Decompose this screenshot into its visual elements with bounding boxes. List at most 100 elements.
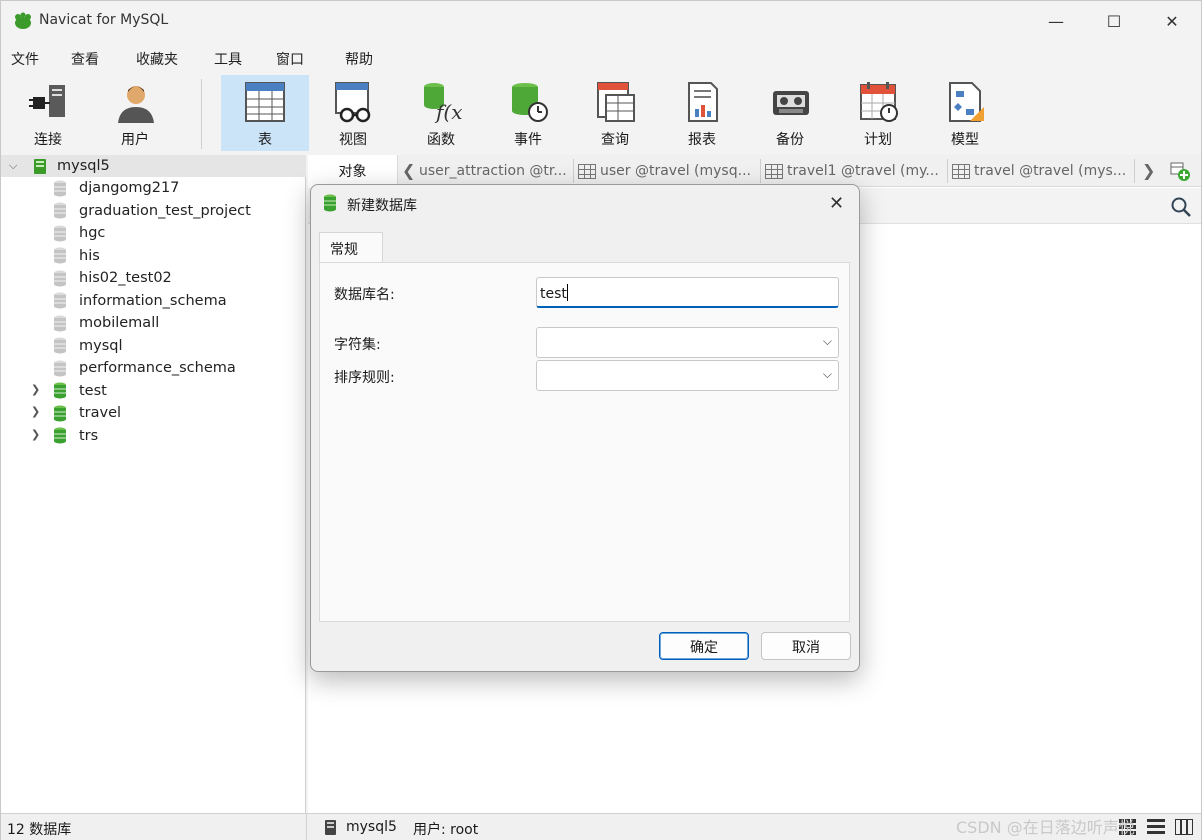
database-name: graduation_test_project bbox=[79, 202, 251, 219]
ok-button[interactable]: 确定 bbox=[659, 632, 749, 660]
tree-database-item[interactable]: mysql bbox=[53, 335, 123, 357]
status-user: 用户: root bbox=[413, 822, 479, 838]
toolbar-schedule-button[interactable]: 计划 bbox=[841, 75, 915, 151]
toolbar-connection-button[interactable]: 连接 bbox=[11, 75, 85, 151]
new-tab-icon[interactable] bbox=[1169, 160, 1191, 182]
chevron-down-icon: ⌵ bbox=[822, 334, 832, 348]
chevron-left-icon[interactable]: ❮ bbox=[402, 161, 415, 180]
charset-select[interactable]: ⌵ bbox=[536, 327, 839, 358]
model-icon bbox=[949, 82, 984, 122]
tab-user-attraction[interactable]: user_attraction @tr... bbox=[419, 159, 574, 183]
toolbar-report-label: 报表 bbox=[688, 132, 716, 148]
toolbar-report-button[interactable]: 报表 bbox=[665, 75, 739, 151]
database-name: travel bbox=[79, 405, 122, 421]
query-icon bbox=[597, 82, 635, 122]
toolbar-backup-button[interactable]: 备份 bbox=[753, 75, 827, 151]
database-name: test bbox=[79, 382, 107, 399]
collation-label: 排序规则: bbox=[334, 370, 395, 386]
menu-tools[interactable]: 工具 bbox=[214, 49, 242, 69]
collation-select[interactable]: ⌵ bbox=[536, 360, 839, 391]
menu-file[interactable]: 文件 bbox=[11, 49, 39, 69]
watermark: CSDN @在日落边听声悦 bbox=[956, 818, 1135, 837]
tab-label: user_attraction @tr... bbox=[419, 163, 567, 179]
text-caret bbox=[566, 284, 568, 301]
table-icon bbox=[245, 82, 285, 122]
database-open-icon bbox=[54, 405, 66, 421]
tab-objects[interactable]: 对象 bbox=[308, 155, 398, 187]
database-name: hgc bbox=[79, 225, 106, 241]
tree-database-item[interactable]: his bbox=[53, 245, 100, 267]
close-button[interactable]: ✕ bbox=[1143, 1, 1201, 41]
tab-travel1[interactable]: travel1 @travel (my... bbox=[765, 159, 948, 183]
new-database-dialog: 新建数据库 ✕ 常规 数据库名: test 字符集: ⌵ 排序规则: ⌵ 确定 … bbox=[310, 184, 860, 672]
list-view-icon[interactable] bbox=[1147, 819, 1165, 835]
tab-general[interactable]: 常规 bbox=[319, 232, 383, 262]
tree-database-item[interactable]: graduation_test_project bbox=[53, 200, 251, 222]
toolbar-view-button[interactable]: 视图 bbox=[316, 75, 390, 151]
toolbar-user-button[interactable]: 用户 bbox=[98, 75, 172, 151]
toolbar-separator bbox=[201, 79, 202, 149]
status-connection: mysql5 bbox=[346, 819, 397, 835]
toolbar-query-button[interactable]: 查询 bbox=[578, 75, 652, 151]
cancel-button[interactable]: 取消 bbox=[761, 632, 851, 660]
connection-tree: ⌵ mysql5 djangomg217 graduation_test_proj… bbox=[1, 155, 306, 813]
table-icon bbox=[765, 163, 783, 179]
chevron-right-icon[interactable]: ❯ bbox=[31, 428, 40, 441]
tree-database-item[interactable]: his02_test02 bbox=[53, 267, 172, 289]
main-toolbar: 连接 用户 表 视图 f(x 函数 事件 查询 报表 备份 计划 模型 bbox=[1, 73, 1201, 155]
database-name: his02_test02 bbox=[79, 270, 172, 286]
database-name: performance_schema bbox=[79, 360, 236, 376]
status-db-count: 12 数据库 bbox=[7, 822, 72, 838]
maximize-button[interactable]: ☐ bbox=[1085, 1, 1143, 41]
db-name-value: test bbox=[540, 286, 567, 302]
toolbar-function-label: 函数 bbox=[427, 132, 455, 148]
tree-database-item[interactable]: mobilemall bbox=[53, 312, 159, 334]
database-icon bbox=[54, 270, 66, 286]
tree-database-item[interactable]: performance_schema bbox=[53, 357, 236, 379]
minimize-button[interactable]: — bbox=[1027, 1, 1085, 41]
toolbar-connection-label: 连接 bbox=[34, 132, 62, 148]
view-icon bbox=[335, 82, 371, 123]
tab-travel[interactable]: travel @travel (mys... bbox=[952, 159, 1135, 183]
charset-label: 字符集: bbox=[334, 337, 381, 353]
tree-connection: mysql5 bbox=[33, 155, 110, 177]
dialog-close-button[interactable]: ✕ bbox=[829, 193, 844, 214]
connection-name: mysql5 bbox=[57, 158, 110, 174]
database-name: trs bbox=[79, 427, 99, 444]
chevron-right-icon[interactable]: ❯ bbox=[31, 383, 40, 396]
tree-database-item[interactable]: djangomg217 bbox=[53, 177, 179, 199]
chevron-right-icon[interactable]: ❯ bbox=[31, 405, 40, 418]
database-name: djangomg217 bbox=[79, 180, 180, 196]
menu-bar: 文件 查看 收藏夹 工具 窗口 帮助 bbox=[1, 43, 1201, 71]
tree-database-item[interactable]: ❯ test bbox=[31, 380, 107, 402]
app-window: Navicat for MySQL — ☐ ✕ 文件 查看 收藏夹 工具 窗口 … bbox=[0, 0, 1202, 840]
toolbar-model-button[interactable]: 模型 bbox=[928, 75, 1002, 151]
tab-user[interactable]: user @travel (mysq... bbox=[578, 159, 761, 183]
detail-view-icon[interactable] bbox=[1175, 819, 1193, 835]
toolbar-query-label: 查询 bbox=[601, 132, 629, 148]
tree-database-item[interactable]: ❯ trs bbox=[31, 425, 99, 447]
tree-database-item[interactable]: information_schema bbox=[53, 290, 227, 312]
database-name: information_schema bbox=[79, 292, 227, 309]
tree-connection-row[interactable]: ⌵ mysql5 bbox=[1, 155, 306, 177]
tab-label: travel @travel (mys... bbox=[974, 163, 1127, 179]
chevron-down-icon[interactable]: ⌵ bbox=[9, 159, 17, 173]
chevron-right-icon[interactable]: ❯ bbox=[1142, 161, 1155, 180]
menu-view[interactable]: 查看 bbox=[71, 49, 99, 69]
db-name-label: 数据库名: bbox=[334, 287, 395, 303]
chevron-down-icon: ⌵ bbox=[822, 367, 832, 381]
window-title: Navicat for MySQL bbox=[39, 12, 169, 28]
tree-database-item[interactable]: hgc bbox=[53, 222, 105, 244]
search-icon[interactable] bbox=[1170, 196, 1192, 218]
tree-database-item[interactable]: ❯ travel bbox=[31, 402, 122, 424]
menu-window[interactable]: 窗口 bbox=[276, 49, 304, 69]
menu-help[interactable]: 帮助 bbox=[345, 49, 373, 69]
toolbar-function-button[interactable]: f(x) 函数 bbox=[404, 75, 478, 151]
toolbar-table-button[interactable]: 表 bbox=[221, 75, 309, 151]
svg-text:f(x): f(x) bbox=[434, 100, 462, 123]
event-icon bbox=[512, 83, 548, 122]
menu-favorites[interactable]: 收藏夹 bbox=[136, 49, 178, 69]
db-name-input[interactable]: test bbox=[536, 277, 839, 308]
database-icon bbox=[54, 315, 66, 331]
toolbar-event-button[interactable]: 事件 bbox=[491, 75, 565, 151]
